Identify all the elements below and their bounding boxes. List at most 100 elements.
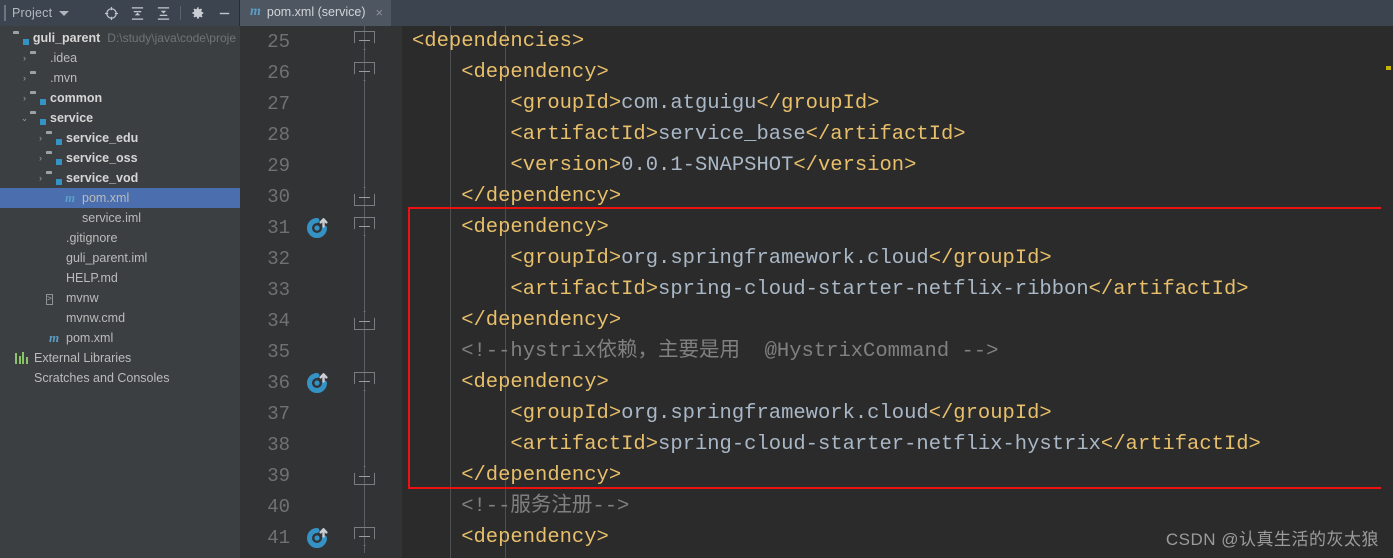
- code-line[interactable]: <version>0.0.1-SNAPSHOT</version>: [402, 150, 1393, 181]
- tree-item-external-libraries[interactable]: External Libraries: [0, 348, 240, 368]
- chevron-right-icon[interactable]: ›: [19, 53, 30, 63]
- fold-column[interactable]: [350, 429, 380, 460]
- chevron-right-icon[interactable]: ›: [19, 73, 30, 83]
- code-editor[interactable]: 2526272829303132333435363738394041 <depe…: [240, 26, 1393, 558]
- gutter-line[interactable]: 27: [240, 88, 402, 119]
- fold-column[interactable]: [350, 522, 380, 553]
- chevron-right-icon[interactable]: ›: [35, 153, 46, 163]
- code-line[interactable]: <dependency>: [402, 212, 1393, 243]
- tree-item-common[interactable]: ›common: [0, 88, 240, 108]
- gutter-line[interactable]: 32: [240, 243, 402, 274]
- tree-item-service_oss[interactable]: ›service_oss: [0, 148, 240, 168]
- gutter-line[interactable]: 38: [240, 429, 402, 460]
- editor-gutter[interactable]: 2526272829303132333435363738394041: [240, 26, 402, 558]
- toolbar-divider: [180, 6, 181, 20]
- code-line[interactable]: <dependencies>: [402, 26, 1393, 57]
- hide-panel-icon[interactable]: [211, 1, 237, 25]
- gutter-line[interactable]: 30: [240, 181, 402, 212]
- fold-column[interactable]: [350, 305, 380, 336]
- gutter-line[interactable]: 40: [240, 491, 402, 522]
- tree-item-.mvn[interactable]: ›.mvn: [0, 68, 240, 88]
- fold-marker-open[interactable]: [354, 31, 375, 50]
- code-line[interactable]: <!--服务注册-->: [402, 491, 1393, 522]
- code-line[interactable]: <groupId>org.springframework.cloud</grou…: [402, 398, 1393, 429]
- code-content-area[interactable]: <dependencies> <dependency> <groupId>com…: [402, 26, 1393, 558]
- chevron-right-icon[interactable]: ›: [35, 133, 46, 143]
- fold-marker-close[interactable]: [354, 187, 375, 206]
- settings-gear-icon[interactable]: [185, 1, 211, 25]
- fold-column[interactable]: [350, 181, 380, 212]
- fold-column[interactable]: [350, 398, 380, 429]
- gutter-line[interactable]: 36: [240, 367, 402, 398]
- tree-item-mvnw[interactable]: >mvnw: [0, 288, 240, 308]
- tree-item-mvnw.cmd[interactable]: mvnw.cmd: [0, 308, 240, 328]
- fold-marker-open[interactable]: [354, 372, 375, 391]
- tree-item-pom.xml[interactable]: mpom.xml: [0, 188, 240, 208]
- code-line[interactable]: <groupId>com.atguigu</groupId>: [402, 88, 1393, 119]
- fold-marker-open[interactable]: [354, 527, 375, 546]
- tree-item-.gitignore[interactable]: .gitignore: [0, 228, 240, 248]
- gutter-line[interactable]: 33: [240, 274, 402, 305]
- fold-column[interactable]: [350, 150, 380, 181]
- code-line[interactable]: </dependency>: [402, 181, 1393, 212]
- tree-item-service_edu[interactable]: ›service_edu: [0, 128, 240, 148]
- chevron-right-icon[interactable]: ›: [35, 173, 46, 183]
- gutter-line[interactable]: 26: [240, 57, 402, 88]
- gutter-line[interactable]: 41: [240, 522, 402, 553]
- fold-marker-close[interactable]: [354, 311, 375, 330]
- fold-marker-close[interactable]: [354, 466, 375, 485]
- tree-item-.idea[interactable]: ›.idea: [0, 48, 240, 68]
- code-line[interactable]: <dependency>: [402, 57, 1393, 88]
- tree-item-service[interactable]: ⌄service: [0, 108, 240, 128]
- fold-column[interactable]: [350, 460, 380, 491]
- fold-column[interactable]: [350, 88, 380, 119]
- tree-item-help.md[interactable]: HELP.md: [0, 268, 240, 288]
- tree-item-service.iml[interactable]: service.iml: [0, 208, 240, 228]
- code-line[interactable]: <artifactId>service_base</artifactId>: [402, 119, 1393, 150]
- expand-all-icon[interactable]: [124, 1, 150, 25]
- maven-reimport-icon[interactable]: [304, 525, 330, 551]
- fold-column[interactable]: [350, 336, 380, 367]
- maven-reimport-icon[interactable]: [304, 370, 330, 396]
- chevron-down-icon[interactable]: ⌄: [19, 113, 30, 124]
- chevron-right-icon[interactable]: ›: [19, 93, 30, 103]
- maven-reimport-icon[interactable]: [304, 215, 330, 241]
- tree-item-guli_parent[interactable]: guli_parentD:\study\java\code\proje: [0, 28, 240, 48]
- fold-column[interactable]: [350, 367, 380, 398]
- tree-item-service_vod[interactable]: ›service_vod: [0, 168, 240, 188]
- tab-pom-xml-service[interactable]: m pom.xml (service) ×: [240, 0, 391, 26]
- locate-crosshair-icon[interactable]: [98, 1, 124, 25]
- fold-marker-open[interactable]: [354, 217, 375, 236]
- project-tree[interactable]: guli_parentD:\study\java\code\proje›.ide…: [0, 26, 240, 558]
- gutter-line[interactable]: 25: [240, 26, 402, 57]
- fold-column[interactable]: [350, 274, 380, 305]
- fold-column[interactable]: [350, 57, 380, 88]
- gutter-line[interactable]: 31: [240, 212, 402, 243]
- close-icon[interactable]: ×: [376, 5, 384, 20]
- gutter-line[interactable]: 35: [240, 336, 402, 367]
- gutter-line[interactable]: 39: [240, 460, 402, 491]
- fold-column[interactable]: [350, 243, 380, 274]
- collapse-all-icon[interactable]: [150, 1, 176, 25]
- code-line[interactable]: <dependency>: [402, 367, 1393, 398]
- code-line[interactable]: <artifactId>spring-cloud-starter-netflix…: [402, 274, 1393, 305]
- gutter-line[interactable]: 28: [240, 119, 402, 150]
- chevron-down-icon[interactable]: [59, 11, 69, 16]
- code-line[interactable]: <groupId>org.springframework.cloud</grou…: [402, 243, 1393, 274]
- fold-column[interactable]: [350, 491, 380, 522]
- fold-column[interactable]: [350, 26, 380, 57]
- fold-column[interactable]: [350, 212, 380, 243]
- tree-item-pom.xml[interactable]: mpom.xml: [0, 328, 240, 348]
- code-line[interactable]: <!--hystrix依赖，主要是用 @HystrixCommand -->: [402, 336, 1393, 367]
- fold-column[interactable]: [350, 119, 380, 150]
- fold-marker-open[interactable]: [354, 62, 375, 81]
- code-line[interactable]: </dependency>: [402, 460, 1393, 491]
- gutter-line[interactable]: 34: [240, 305, 402, 336]
- code-line[interactable]: <artifactId>spring-cloud-starter-netflix…: [402, 429, 1393, 460]
- gutter-line[interactable]: 29: [240, 150, 402, 181]
- tree-item-scratches-and-consoles[interactable]: Scratches and Consoles: [0, 368, 240, 388]
- tree-item-guli_parent.iml[interactable]: guli_parent.iml: [0, 248, 240, 268]
- code-line[interactable]: </dependency>: [402, 305, 1393, 336]
- project-panel-title[interactable]: Project: [12, 6, 52, 20]
- gutter-line[interactable]: 37: [240, 398, 402, 429]
